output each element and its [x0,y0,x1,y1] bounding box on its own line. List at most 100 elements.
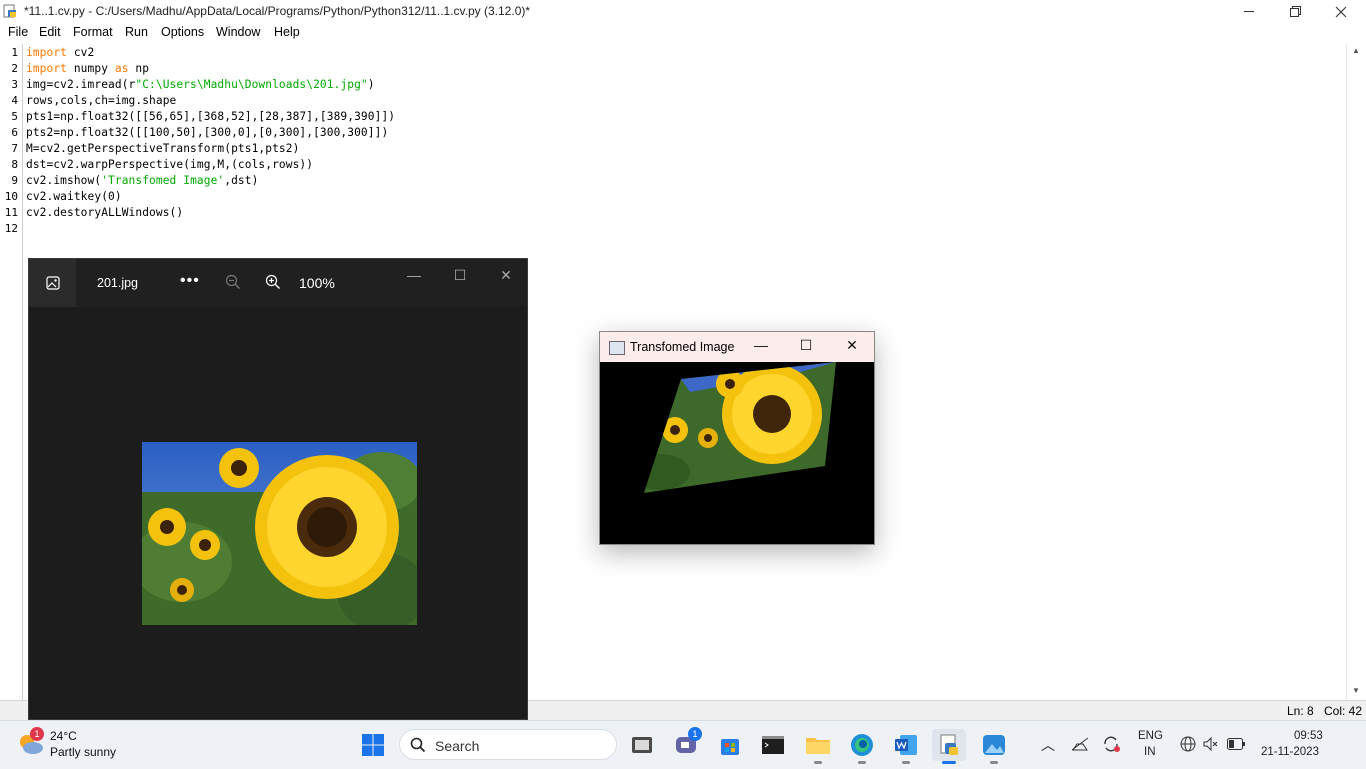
menu-format[interactable]: Format [73,25,113,39]
cv-maximize-button[interactable]: ☐ [794,337,818,354]
menu-options[interactable]: Options [161,25,204,39]
python-icon [940,734,958,755]
photos-maximize-button[interactable]: ☐ [445,267,475,284]
line-number: 2 [11,62,18,75]
line-number: 11 [4,206,18,219]
scroll-down-arrow-icon[interactable]: ▼ [1352,686,1360,695]
code-token: pts2=np.float32([[100,50],[300,0],[0,300… [26,126,389,139]
network-icon[interactable] [1070,736,1090,752]
code-token: numpy [67,62,115,75]
line-number: 9 [11,174,18,187]
code-keyword: import [26,46,68,59]
region-indicator[interactable]: IN [1144,746,1156,758]
code-line[interactable]: cv2.imshow('Transfomed Image',dst) [26,174,258,187]
code-line[interactable]: rows,cols,ch=img.shape [26,94,176,107]
python-idle-button[interactable] [932,729,966,761]
photo-filename: 201.jpg [97,276,139,290]
opencv-window[interactable]: Transfomed Image — ☐ ✕ [599,331,875,545]
close-button[interactable] [1318,0,1364,23]
menu-help[interactable]: Help [274,25,300,39]
menu-window[interactable]: Window [216,25,260,39]
edge-browser-icon [851,734,873,756]
code-token: img=cv2.imread(r [26,78,136,91]
code-keyword: import [26,62,68,75]
menu-run[interactable]: Run [125,25,148,39]
code-line[interactable]: pts1=np.float32([[56,65],[368,52],[28,38… [26,110,395,123]
search-icon [410,737,426,753]
menu-file[interactable]: File [8,25,28,39]
speaker-muted-icon[interactable] [1203,736,1219,752]
column-indicator: Col: 42 [1324,704,1363,718]
photos-icon [983,735,1005,755]
zoom-in-icon[interactable] [265,274,281,290]
line-number: 4 [11,94,18,107]
line-number: 1 [11,46,18,59]
globe-icon[interactable] [1180,736,1196,752]
code-token: np [128,62,150,75]
photos-app-button[interactable] [978,729,1010,761]
more-options-button[interactable]: ••• [180,272,200,290]
photos-close-button[interactable]: ✕ [491,267,521,284]
code-line[interactable]: import cv2 [26,46,94,59]
code-token: pts1=np.float32([[56,65],[368,52],[28,38… [26,110,396,123]
code-line[interactable]: pts2=np.float32([[100,50],[300,0],[0,300… [26,126,388,139]
task-view-button[interactable] [626,729,658,761]
idle-title-bar[interactable]: *11..1.cv.py - C:/Users/Madhu/AppData/Lo… [0,0,1366,23]
line-number: 10 [4,190,18,203]
line-indicator: Ln: 8 [1287,704,1314,718]
line-number: 3 [11,78,18,91]
taskbar: 1 24°C Partly sunny Search 1 ︿ ENG IN 09… [0,720,1366,769]
cv-minimize-button[interactable]: — [749,337,773,353]
command-prompt-icon [762,736,784,754]
zoom-out-icon[interactable] [225,274,241,290]
code-string: "C:\Users\Madhu\Downloads\201.jpg" [135,78,368,91]
opencv-title-bar[interactable]: Transfomed Image — ☐ ✕ [600,332,874,362]
window-title: *11..1.cv.py - C:/Users/Madhu/AppData/Lo… [24,4,531,18]
running-indicator [858,761,866,764]
code-token: rows,cols,ch=img.shape [26,94,177,107]
photos-viewer-window[interactable]: 201.jpg ••• 100% — ☐ ✕ [28,258,528,720]
menu-edit[interactable]: Edit [39,25,61,39]
sync-icon[interactable] [1101,735,1121,753]
clock-date[interactable]: 21-11-2023 [1261,746,1319,758]
clock-time[interactable]: 09:53 [1294,730,1323,742]
running-indicator [902,761,910,764]
python-file-icon [3,4,16,18]
gallery-button[interactable] [29,259,76,307]
battery-icon[interactable] [1227,738,1245,750]
running-indicator [814,761,822,764]
weather-badge: 1 [30,727,44,741]
start-button[interactable] [357,729,389,761]
vertical-scrollbar[interactable]: ▲ ▼ [1346,44,1366,700]
weather-description[interactable]: Partly sunny [50,745,116,759]
restore-button[interactable] [1272,0,1318,23]
code-line[interactable]: import numpy as np [26,62,149,75]
show-hidden-icons-chevron-icon[interactable]: ︿ [1041,735,1055,755]
image-icon [45,276,60,290]
line-number-gutter: 1 2 3 4 5 6 7 8 9 10 11 12 [0,44,23,702]
search-placeholder: Search [435,738,480,754]
code-line[interactable]: cv2.destoryALLWindows() [26,206,183,219]
code-token: M=cv2.getPerspectiveTransform(pts1,pts2) [26,142,300,155]
word-button[interactable] [890,729,922,761]
taskbar-search[interactable]: Search [399,729,617,760]
minimize-button[interactable] [1226,0,1272,23]
photos-minimize-button[interactable]: — [399,267,429,283]
cv-close-button[interactable]: ✕ [840,337,864,354]
weather-temperature[interactable]: 24°C [50,729,77,743]
store-button[interactable] [714,729,746,761]
edge-button[interactable] [846,729,878,761]
scroll-up-arrow-icon[interactable]: ▲ [1352,46,1360,55]
code-token: ,dst) [224,174,259,187]
terminal-button[interactable] [757,729,789,761]
file-explorer-button[interactable] [802,729,834,761]
code-line[interactable]: cv2.waitkey(0) [26,190,122,203]
task-view-icon [632,737,652,753]
code-line[interactable]: img=cv2.imread(r"C:\Users\Madhu\Download… [26,78,375,91]
language-indicator[interactable]: ENG [1138,730,1163,742]
code-line[interactable]: M=cv2.getPerspectiveTransform(pts1,pts2) [26,142,299,155]
code-line[interactable]: dst=cv2.warpPerspective(img,M,(cols,rows… [26,158,313,171]
active-indicator [942,761,956,764]
code-token: cv2 [67,46,95,59]
code-token: dst=cv2.warpPerspective(img,M,(cols,rows… [26,158,314,171]
